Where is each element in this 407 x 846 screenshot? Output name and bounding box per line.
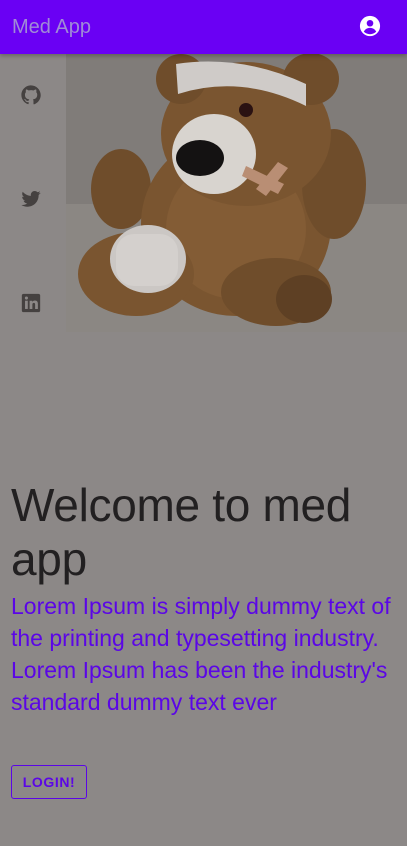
login-button[interactable]: LOGIN! <box>11 765 87 799</box>
app-bar: Med App <box>0 0 407 54</box>
github-icon[interactable] <box>20 84 42 106</box>
intro-text: Lorem Ipsum is simply dummy text of the … <box>11 593 391 715</box>
account-circle-icon[interactable] <box>359 15 381 37</box>
hero-image <box>66 54 407 332</box>
page-headline: Welcome to med app <box>11 479 352 585</box>
twitter-icon[interactable] <box>20 188 42 210</box>
teddy-bear-illustration <box>66 54 407 332</box>
app-title: Med App <box>12 16 91 38</box>
linkedin-icon[interactable] <box>20 292 42 314</box>
